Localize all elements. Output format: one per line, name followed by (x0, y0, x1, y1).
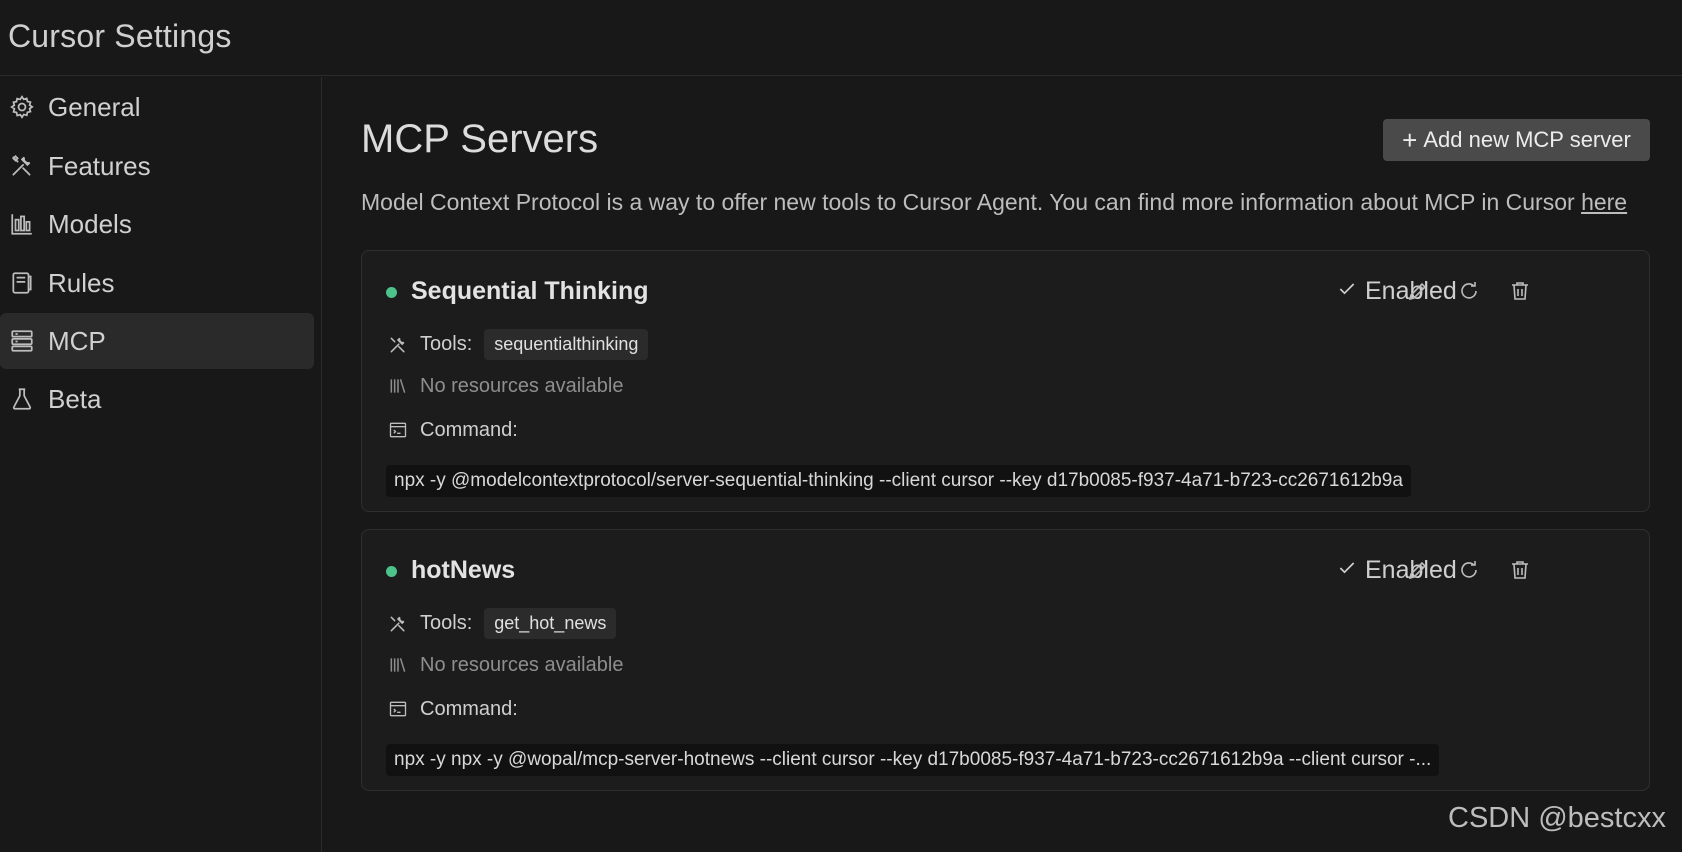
sidebar-item-rules[interactable]: Rules (0, 255, 314, 311)
trash-icon[interactable] (1504, 275, 1536, 307)
sidebar-item-mcp[interactable]: MCP (0, 313, 314, 369)
settings-sidebar: General Features Models Rules MCP Beta (0, 77, 322, 852)
command-row: Command: (386, 697, 518, 721)
book-icon (8, 269, 36, 297)
mcp-server-card: Sequential Thinking Enabled Tools: seque… (361, 250, 1650, 512)
status-indicator (386, 566, 397, 577)
check-icon (1337, 278, 1357, 306)
sidebar-item-label: Models (48, 208, 132, 239)
mcp-docs-link[interactable]: here (1581, 189, 1627, 215)
library-icon (386, 374, 410, 398)
sidebar-item-label: Features (48, 150, 151, 181)
sidebar-item-label: MCP (48, 325, 106, 356)
refresh-icon[interactable] (1453, 554, 1485, 586)
check-icon (1337, 557, 1357, 585)
sidebar-item-label: Rules (48, 267, 115, 298)
mcp-settings-panel: MCP Servers + Add new MCP server Model C… (323, 77, 1682, 852)
mcp-server-card: hotNews Enabled Tools: get_hot_news No r… (361, 529, 1650, 791)
title-bar: Cursor Settings (0, 0, 1682, 76)
refresh-icon[interactable] (1453, 275, 1485, 307)
tools-label: Tools: (420, 612, 473, 634)
add-mcp-server-label: Add new MCP server (1423, 127, 1631, 152)
settings-window: Cursor Settings General Features Models … (0, 0, 1682, 852)
resources-text: No resources available (420, 653, 624, 676)
sidebar-item-models[interactable]: Models (0, 196, 314, 252)
status-indicator (386, 287, 397, 298)
tool-chip: sequentialthinking (484, 329, 649, 360)
terminal-icon (386, 418, 410, 442)
edit-icon[interactable] (1402, 554, 1434, 586)
tools-icon (386, 612, 410, 636)
resources-row: No resources available (386, 374, 623, 398)
tools-label: Tools: (420, 333, 473, 355)
flask-icon (8, 385, 36, 413)
resources-row: No resources available (386, 653, 623, 677)
trash-icon[interactable] (1504, 554, 1536, 586)
enabled-toggle[interactable]: Enabled (1337, 556, 1457, 585)
sidebar-item-label: Beta (48, 383, 102, 414)
resources-text: No resources available (420, 374, 624, 397)
sidebar-item-features[interactable]: Features (0, 138, 314, 194)
add-mcp-server-button[interactable]: + Add new MCP server (1383, 119, 1650, 161)
tools-icon (8, 152, 36, 180)
tools-row: Tools: get_hot_news (386, 608, 617, 639)
sidebar-item-beta[interactable]: Beta (0, 371, 314, 427)
tools-row: Tools: sequentialthinking (386, 329, 649, 360)
tool-chip: get_hot_news (484, 608, 617, 639)
window-title: Cursor Settings (8, 18, 232, 54)
command-label: Command: (420, 697, 518, 720)
sidebar-item-general[interactable]: General (0, 79, 314, 135)
command-label: Command: (420, 418, 518, 441)
plus-icon: + (1402, 125, 1418, 155)
sidebar-item-label: General (48, 91, 141, 122)
server-name: Sequential Thinking (411, 277, 649, 305)
enabled-toggle[interactable]: Enabled (1337, 277, 1457, 306)
page-title: MCP Servers (361, 117, 599, 161)
command-text[interactable]: npx -y @modelcontextprotocol/server-sequ… (386, 465, 1411, 497)
watermark: CSDN @bestcxx (1448, 802, 1666, 834)
edit-icon[interactable] (1402, 275, 1434, 307)
server-name: hotNews (411, 556, 516, 584)
tools-icon (386, 333, 410, 357)
command-text[interactable]: npx -y npx -y @wopal/mcp-server-hotnews … (386, 744, 1440, 776)
command-row: Command: (386, 418, 518, 442)
bar-chart-icon (8, 210, 36, 238)
terminal-icon (386, 697, 410, 721)
gear-icon (8, 93, 36, 121)
library-icon (386, 653, 410, 677)
server-icon (8, 327, 36, 355)
mcp-description: Model Context Protocol is a way to offer… (361, 184, 1661, 220)
mcp-description-text: Model Context Protocol is a way to offer… (361, 189, 1582, 215)
